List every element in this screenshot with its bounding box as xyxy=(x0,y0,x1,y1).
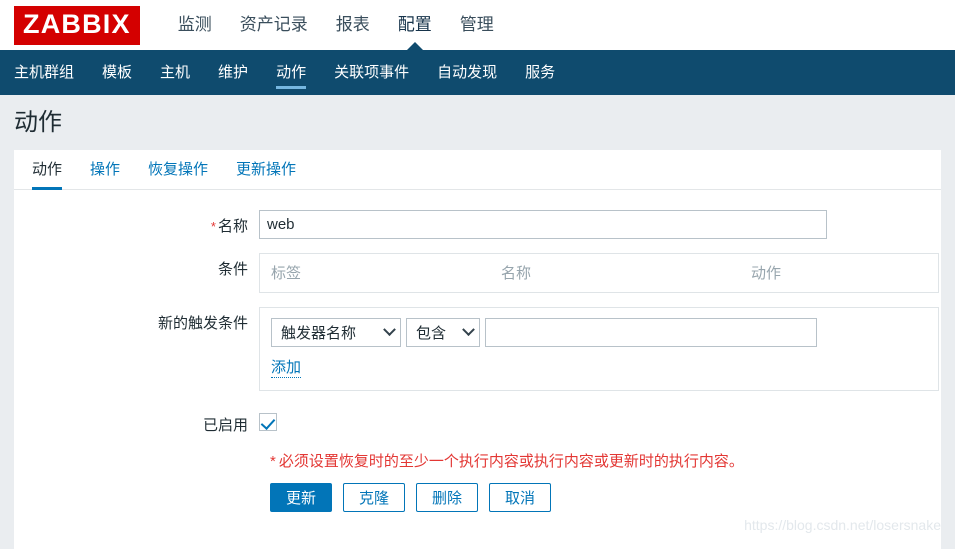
zabbix-logo[interactable]: ZABBIX xyxy=(14,5,140,45)
name-label: * 名称 xyxy=(14,210,259,236)
warning-spacer xyxy=(14,452,270,472)
name-field-wrap xyxy=(259,209,941,239)
subnav-item-event-correlation[interactable]: 关联项事件 xyxy=(334,50,409,95)
tab-update-operations[interactable]: 更新操作 xyxy=(236,150,296,189)
condition-operator-value: 包含 xyxy=(416,324,447,342)
nav-item-inventory[interactable]: 资产记录 xyxy=(240,0,308,50)
content-card: 动作 操作 恢复操作 更新操作 *名称 条件 xyxy=(14,149,941,549)
conditions-table: 标签 名称 动作 xyxy=(259,252,939,293)
secondary-nav: 主机群组 模板 主机 维护 动作 关联项事件 自动发现 服务 xyxy=(0,50,955,95)
tab-recovery-operations[interactable]: 恢复操作 xyxy=(148,150,208,189)
condition-operator-select[interactable]: 包含 xyxy=(406,317,480,347)
conditions-table-header: 标签 名称 动作 xyxy=(260,254,938,292)
warning-asterisk-icon: * xyxy=(270,453,276,471)
action-form: *名称 条件 标签 名称 动作 xyxy=(14,190,941,532)
app-window: ZABBIX 监测 资产记录 报表 配置 管理 主机群组 模板 主机 维护 动作… xyxy=(0,0,955,549)
enabled-field-wrap xyxy=(259,409,941,436)
warning-message-text: 必须设置恢复时的至少一个执行内容或执行内容或更新时的执行内容。 xyxy=(278,453,744,471)
subnav-item-services[interactable]: 服务 xyxy=(525,50,555,95)
new-condition-box: 触发器名称 包含 添加 xyxy=(259,306,939,392)
tab-action[interactable]: 动作 xyxy=(32,150,63,190)
required-asterisk-icon: * xyxy=(210,218,216,234)
update-button[interactable]: 更新 xyxy=(270,482,332,512)
enabled-label: 已启用 xyxy=(202,417,248,435)
subnav-item-host-groups[interactable]: 主机群组 xyxy=(14,50,74,95)
delete-button[interactable]: 删除 xyxy=(416,482,478,512)
enabled-checkbox[interactable] xyxy=(259,413,277,432)
cancel-button[interactable]: 取消 xyxy=(489,482,551,512)
name-label-text: 名称 xyxy=(217,217,248,235)
form-row-new-condition: 新的触发条件 触发器名称 包含 添加 xyxy=(14,306,941,392)
subnav-item-maintenance[interactable]: 维护 xyxy=(218,50,248,95)
conditions-label: 条件 xyxy=(217,260,248,278)
nav-item-monitoring[interactable]: 监测 xyxy=(178,0,212,50)
watermark-text: https://blog.csdn.net/losersnake xyxy=(744,517,941,533)
condition-value-input[interactable] xyxy=(485,317,817,347)
subnav-item-templates[interactable]: 模板 xyxy=(102,50,132,95)
nav-item-administration[interactable]: 管理 xyxy=(460,0,494,50)
subnav-item-discovery[interactable]: 自动发现 xyxy=(437,50,497,95)
nav-item-reports[interactable]: 报表 xyxy=(336,0,370,50)
new-condition-label: 新的触发条件 xyxy=(157,314,248,332)
page-title-bar: 动作 xyxy=(0,95,955,150)
form-warning-message: * 必须设置恢复时的至少一个执行内容或执行内容或更新时的执行内容。 xyxy=(270,452,744,472)
subnav-item-actions[interactable]: 动作 xyxy=(276,50,307,95)
conditions-col-label: 标签 xyxy=(271,265,302,283)
name-input[interactable] xyxy=(259,209,827,239)
conditions-col-name: 名称 xyxy=(501,265,532,283)
add-condition-link[interactable]: 添加 xyxy=(271,358,302,379)
condition-type-value: 触发器名称 xyxy=(281,324,357,342)
form-warning-row: * 必须设置恢复时的至少一个执行内容或执行内容或更新时的执行内容。 xyxy=(14,452,941,472)
chevron-down-icon xyxy=(383,323,396,336)
primary-nav: 监测 资产记录 报表 配置 管理 xyxy=(178,0,522,50)
top-header: ZABBIX 监测 资产记录 报表 配置 管理 xyxy=(0,0,955,50)
page-title: 动作 xyxy=(14,109,62,136)
new-condition-field-wrap: 触发器名称 包含 添加 xyxy=(259,306,941,392)
new-condition-controls: 触发器名称 包含 xyxy=(271,317,927,347)
form-row-conditions: 条件 标签 名称 动作 xyxy=(14,252,941,293)
form-row-name: * 名称 xyxy=(14,209,941,239)
chevron-down-icon xyxy=(462,323,475,336)
condition-type-select[interactable]: 触发器名称 xyxy=(271,317,401,347)
nav-item-configuration[interactable]: 配置 xyxy=(398,0,432,50)
tab-bar: 动作 操作 恢复操作 更新操作 xyxy=(14,150,941,190)
subnav-item-hosts[interactable]: 主机 xyxy=(160,50,190,95)
conditions-field-wrap: 标签 名称 动作 xyxy=(259,252,941,293)
conditions-col-action: 动作 xyxy=(751,265,782,283)
form-row-enabled: 已启用 xyxy=(14,409,941,436)
tab-operations[interactable]: 操作 xyxy=(90,150,120,189)
clone-button[interactable]: 克隆 xyxy=(343,482,405,512)
